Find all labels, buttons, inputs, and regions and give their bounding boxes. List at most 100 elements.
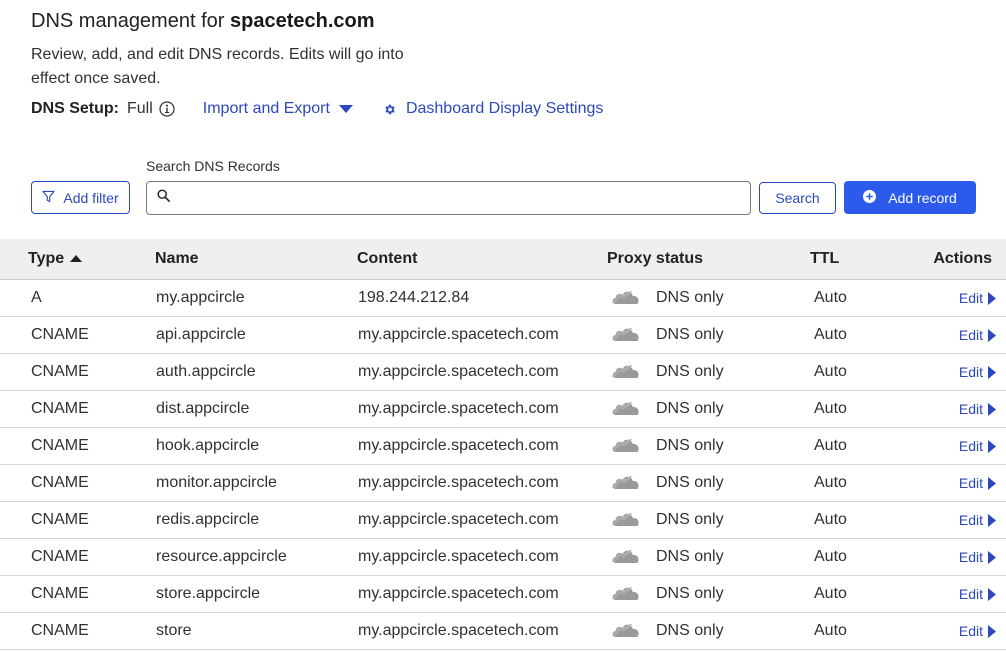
- edit-record-button[interactable]: Edit: [959, 391, 996, 427]
- record-type: A: [31, 289, 42, 306]
- cloud-dns-only-icon: [610, 473, 642, 493]
- info-circle-icon[interactable]: [159, 101, 175, 117]
- proxy-status: DNS only: [610, 613, 724, 649]
- record-type: CNAME: [31, 400, 89, 417]
- column-header-content[interactable]: Content: [357, 239, 417, 279]
- edit-label: Edit: [958, 549, 983, 565]
- caret-right-icon: [988, 550, 996, 564]
- proxy-status: DNS only: [610, 428, 724, 464]
- edit-record-button[interactable]: Edit: [959, 502, 996, 538]
- record-content: my.appcircle.spacetech.com: [358, 622, 559, 639]
- edit-record-button[interactable]: Edit: [959, 613, 996, 649]
- record-type: CNAME: [31, 622, 89, 639]
- record-ttl: Auto: [814, 400, 847, 417]
- record-name: hook.appcircle: [156, 437, 260, 454]
- record-ttl: Auto: [814, 437, 847, 454]
- caret-right-icon: [988, 624, 996, 638]
- search-icon: [157, 189, 170, 207]
- edit-label: Edit: [958, 438, 983, 454]
- proxy-status: DNS only: [610, 354, 724, 390]
- column-header-type[interactable]: Type: [28, 239, 83, 279]
- table-row: CNAME resource.appcircle my.appcircle.sp…: [0, 539, 1006, 576]
- proxy-status-label: DNS only: [656, 289, 724, 306]
- dns-records-table: Type Name Content Proxy status TTL Actio…: [0, 239, 1006, 650]
- add-filter-label: Add filter: [63, 189, 119, 206]
- record-type: CNAME: [31, 511, 89, 528]
- caret-right-icon: [988, 291, 996, 305]
- add-filter-button[interactable]: Add filter: [31, 181, 130, 214]
- dashboard-display-settings-link[interactable]: Dashboard Display Settings: [383, 100, 603, 118]
- sort-ascending-icon: [70, 255, 83, 263]
- caret-right-icon: [988, 365, 996, 379]
- edit-record-button[interactable]: Edit: [959, 465, 996, 501]
- proxy-status: DNS only: [610, 502, 724, 538]
- import-export-dropdown[interactable]: Import and Export: [203, 100, 353, 118]
- record-type: CNAME: [31, 326, 89, 343]
- search-button[interactable]: Search: [759, 182, 836, 214]
- edit-label: Edit: [958, 586, 983, 602]
- edit-record-button[interactable]: Edit: [959, 576, 996, 612]
- plus-circle-icon: [863, 189, 877, 206]
- proxy-status: DNS only: [610, 317, 724, 353]
- table-row: CNAME monitor.appcircle my.appcircle.spa…: [0, 465, 1006, 502]
- import-export-label: Import and Export: [202, 100, 330, 117]
- page-title-prefix: DNS management for: [31, 10, 230, 32]
- dashboard-display-settings-label: Dashboard Display Settings: [405, 100, 604, 117]
- proxy-status: DNS only: [610, 280, 724, 316]
- cloud-dns-only-icon: [610, 547, 642, 567]
- caret-right-icon: [988, 402, 996, 416]
- cloud-dns-only-icon: [610, 510, 642, 530]
- column-header-proxy-status[interactable]: Proxy status: [607, 239, 703, 279]
- record-ttl: Auto: [814, 548, 847, 565]
- edit-label: Edit: [958, 475, 983, 491]
- proxy-status: DNS only: [610, 539, 724, 575]
- table-header: Type Name Content Proxy status TTL Actio…: [0, 239, 1006, 280]
- cloud-dns-only-icon: [610, 436, 642, 456]
- record-ttl: Auto: [814, 474, 847, 491]
- dns-setup-row: DNS Setup: Full Import and Export Dashbo…: [31, 98, 603, 120]
- caret-right-icon: [988, 513, 996, 527]
- record-content: 198.244.212.84: [358, 289, 470, 306]
- edit-label: Edit: [958, 623, 983, 639]
- proxy-status-label: DNS only: [656, 474, 724, 491]
- edit-record-button[interactable]: Edit: [959, 354, 996, 390]
- table-row: CNAME redis.appcircle my.appcircle.space…: [0, 502, 1006, 539]
- record-ttl: Auto: [814, 511, 847, 528]
- caret-right-icon: [988, 476, 996, 490]
- search-box: [146, 181, 751, 215]
- table-row: CNAME api.appcircle my.appcircle.spacete…: [0, 317, 1006, 354]
- edit-record-button[interactable]: Edit: [959, 539, 996, 575]
- cloud-dns-only-icon: [610, 399, 642, 419]
- record-type: CNAME: [31, 548, 89, 565]
- edit-record-button[interactable]: Edit: [959, 280, 996, 316]
- column-header-ttl[interactable]: TTL: [810, 239, 839, 279]
- search-input[interactable]: [178, 184, 750, 212]
- edit-label: Edit: [958, 364, 983, 380]
- gear-icon: [383, 103, 396, 116]
- proxy-status-label: DNS only: [656, 400, 724, 417]
- add-record-label: Add record: [888, 189, 957, 206]
- table-row: CNAME auth.appcircle my.appcircle.spacet…: [0, 354, 1006, 391]
- record-ttl: Auto: [814, 585, 847, 602]
- record-content: my.appcircle.spacetech.com: [358, 548, 559, 565]
- record-content: my.appcircle.spacetech.com: [358, 326, 559, 343]
- edit-label: Edit: [958, 290, 983, 306]
- proxy-status-label: DNS only: [656, 548, 724, 565]
- column-header-name[interactable]: Name: [155, 239, 199, 279]
- record-name: auth.appcircle: [156, 363, 256, 380]
- proxy-status: DNS only: [610, 465, 724, 501]
- table-row: CNAME store my.appcircle.spacetech.com D…: [0, 613, 1006, 650]
- record-type: CNAME: [31, 363, 89, 380]
- edit-record-button[interactable]: Edit: [959, 317, 996, 353]
- record-ttl: Auto: [814, 326, 847, 343]
- proxy-status-label: DNS only: [656, 585, 724, 602]
- record-ttl: Auto: [814, 622, 847, 639]
- add-record-button[interactable]: Add record: [844, 181, 976, 214]
- record-name: store: [156, 622, 192, 639]
- search-dns-label: Search DNS Records: [146, 158, 280, 174]
- edit-record-button[interactable]: Edit: [959, 428, 996, 464]
- record-name: my.appcircle: [156, 289, 245, 306]
- record-name: store.appcircle: [156, 585, 261, 602]
- cloud-dns-only-icon: [610, 288, 642, 308]
- dns-setup-label: DNS Setup:: [31, 100, 119, 117]
